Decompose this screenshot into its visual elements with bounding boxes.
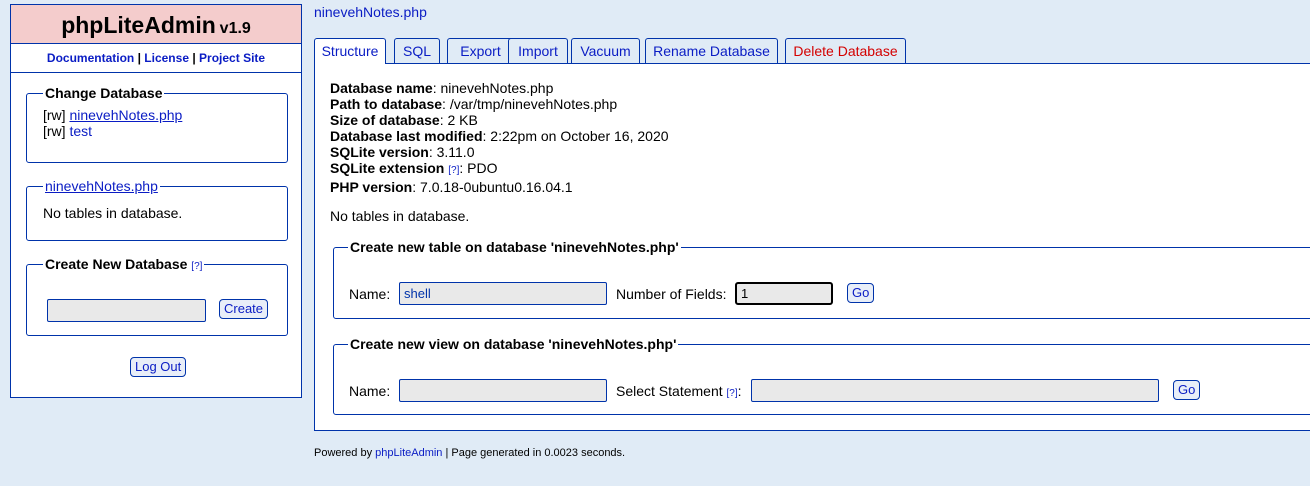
- info-sqlite-version: SQLite version: 3.11.0: [330, 144, 475, 160]
- info-sqlite-extension: SQLite extension [?]: PDO: [330, 160, 498, 176]
- info-value: 7.0.18-0ubuntu0.16.04.1: [420, 179, 573, 195]
- tab-rename-database[interactable]: Rename Database: [645, 38, 778, 63]
- info-value: 2:22pm on October 16, 2020: [490, 128, 669, 144]
- tab-vacuum[interactable]: Vacuum: [571, 38, 640, 63]
- info-label: Size of database: [330, 112, 440, 128]
- database-info: Database name: ninevehNotes.php Path to …: [330, 80, 669, 195]
- sidebar-links: Documentation | License | Project Site: [11, 44, 301, 73]
- tab-structure[interactable]: Structure: [314, 38, 386, 64]
- database-item: [rw] ninevehNotes.php: [43, 107, 287, 123]
- create-database-button[interactable]: Create: [219, 299, 269, 319]
- sidebar: phpLiteAdmin v1.9 Documentation | Licens…: [10, 4, 302, 398]
- info-value: 2 KB: [447, 112, 478, 128]
- create-view-legend: Create new view on database 'ninevehNote…: [350, 336, 677, 352]
- create-view-box: Create new view on database 'ninevehNote…: [333, 336, 1310, 415]
- select-statement-label: Select Statement [?]:: [616, 379, 742, 406]
- info-php-version: PHP version: 7.0.18-0ubuntu0.16.04.1: [330, 179, 573, 195]
- link-separator: |: [192, 51, 196, 65]
- no-tables-message: No tables in database.: [330, 208, 470, 224]
- view-name-input[interactable]: [399, 379, 607, 402]
- create-database-legend-text: Create New Database: [45, 256, 188, 272]
- app-logo: phpLiteAdmin v1.9: [11, 5, 301, 44]
- database-link-test[interactable]: test: [69, 123, 92, 139]
- create-table-legend: Create new table on database 'ninevehNot…: [350, 239, 679, 255]
- create-table-box: Create new table on database 'ninevehNot…: [333, 239, 1310, 319]
- info-modified: Database last modified: 2:22pm on Octobe…: [330, 128, 669, 144]
- current-database-legend: ninevehNotes.php: [43, 178, 160, 194]
- view-name-label: Name:: [349, 383, 391, 399]
- tab-delete-database[interactable]: Delete Database: [785, 38, 906, 63]
- footer-generated-time: | Page generated in 0.0023 seconds.: [445, 447, 626, 459]
- database-link-ninevehnotes[interactable]: ninevehNotes.php: [69, 107, 182, 123]
- info-label: Path to database: [330, 96, 443, 112]
- info-label: Database name: [330, 80, 433, 96]
- tab-export[interactable]: Export: [447, 38, 514, 63]
- select-statement-input[interactable]: [751, 379, 1159, 402]
- select-statement-help-link[interactable]: [?]: [727, 388, 738, 399]
- info-value: ninevehNotes.php: [440, 80, 554, 96]
- info-value: /var/tmp/ninevehNotes.php: [449, 96, 618, 112]
- info-label: Database last modified: [330, 128, 483, 144]
- info-label: PHP version: [330, 179, 413, 195]
- change-database-box: Change Database [rw] ninevehNotes.php [r…: [26, 85, 288, 163]
- info-value: PDO: [467, 160, 498, 176]
- create-database-box: Create New Database [?] Create: [26, 256, 288, 336]
- documentation-link[interactable]: Documentation: [47, 51, 134, 65]
- info-size: Size of database: 2 KB: [330, 112, 478, 128]
- table-name-label: Name:: [349, 286, 391, 302]
- main-panel: Database name: ninevehNotes.php Path to …: [314, 63, 1310, 431]
- info-path: Path to database: /var/tmp/ninevehNotes.…: [330, 96, 618, 112]
- select-statement-colon: :: [737, 383, 742, 399]
- link-separator: |: [137, 51, 141, 65]
- create-view-go-button[interactable]: Go: [1173, 380, 1201, 400]
- number-of-fields-input[interactable]: 1: [735, 282, 833, 305]
- number-of-fields-label: Number of Fields:: [616, 286, 727, 302]
- app-version: v1.9: [219, 20, 251, 37]
- footer-powered-by: Powered by: [314, 447, 373, 459]
- info-value: 3.11.0: [436, 144, 475, 160]
- tab-import[interactable]: Import: [508, 38, 568, 63]
- footer: Powered by phpLiteAdmin | Page generated…: [314, 447, 625, 459]
- footer-phpliteadmin-link[interactable]: phpLiteAdmin: [375, 447, 442, 459]
- new-database-name-input[interactable]: [47, 299, 206, 322]
- create-table-go-button[interactable]: Go: [847, 283, 875, 303]
- table-name-input[interactable]: shell: [399, 282, 607, 305]
- info-db-name: Database name: ninevehNotes.php: [330, 80, 554, 96]
- change-database-legend: Change Database: [45, 85, 163, 101]
- logout-button[interactable]: Log Out: [130, 357, 187, 377]
- license-link[interactable]: License: [144, 51, 189, 65]
- info-label: SQLite version: [330, 144, 429, 160]
- project-site-link[interactable]: Project Site: [199, 51, 265, 65]
- current-database-box: ninevehNotes.php No tables in database.: [26, 178, 288, 241]
- info-label: SQLite extension: [330, 160, 445, 176]
- database-item: [rw] test: [43, 123, 287, 139]
- database-item-prefix: [rw]: [43, 123, 66, 139]
- current-database-link[interactable]: ninevehNotes.php: [45, 178, 158, 194]
- database-item-prefix: [rw]: [43, 107, 66, 123]
- create-database-legend: Create New Database [?]: [43, 256, 204, 272]
- sqlite-extension-help-link[interactable]: [?]: [448, 165, 459, 176]
- select-statement-label-text: Select Statement: [616, 383, 723, 399]
- app-name: phpLiteAdmin: [61, 12, 216, 38]
- no-tables-message: No tables in database.: [43, 205, 183, 221]
- database-title-link[interactable]: ninevehNotes.php: [314, 4, 427, 20]
- create-database-help-link[interactable]: [?]: [191, 261, 202, 272]
- tab-sql[interactable]: SQL: [394, 38, 440, 63]
